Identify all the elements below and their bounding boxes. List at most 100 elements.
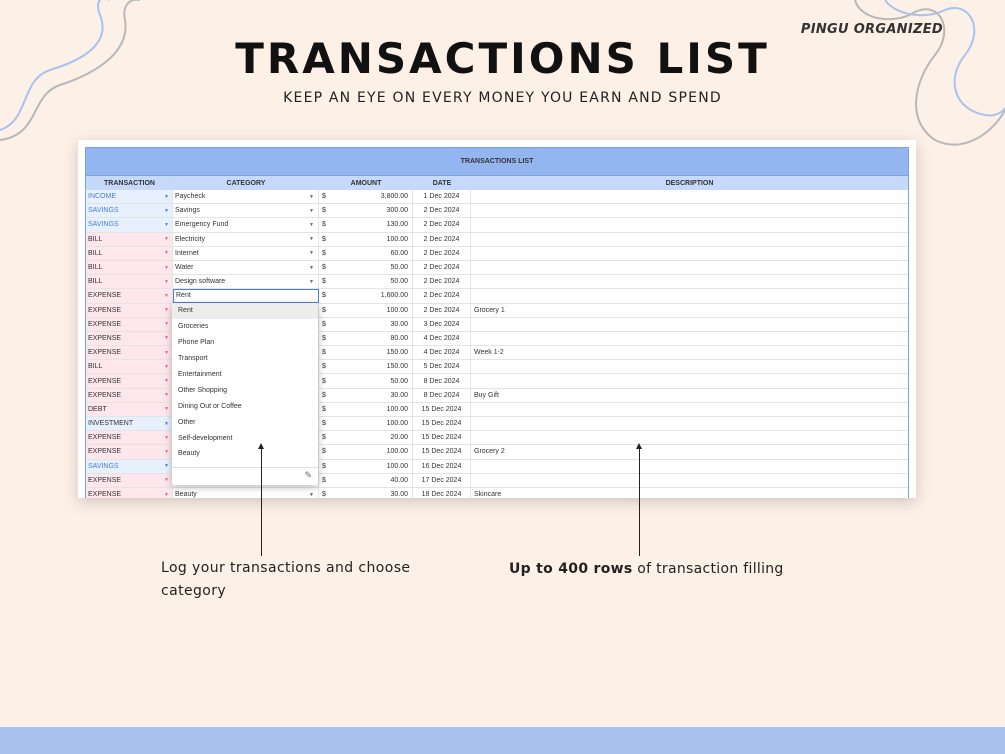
amount-cell[interactable]: 100.00 [329,303,413,317]
category-cell[interactable]: Emergency Fund ▼ [173,218,319,232]
dropdown-arrow-icon[interactable]: ▼ [309,247,314,260]
amount-cell[interactable]: 50.00 [329,260,413,275]
dropdown-arrow-icon[interactable]: ▼ [164,360,169,373]
amount-cell[interactable]: 50.00 [329,374,413,388]
date-cell[interactable]: 16 Dec 2024 [413,459,471,473]
dropdown-arrow-icon[interactable]: ▼ [309,275,314,288]
amount-cell[interactable]: 30.00 [329,317,413,331]
dropdown-option[interactable]: Rent [172,303,318,319]
category-cell[interactable]: Design software ▼ [173,275,319,289]
date-cell[interactable]: 17 Dec 2024 [413,473,471,487]
transaction-type-cell[interactable]: EXPENSE ▼ [86,289,173,303]
dropdown-arrow-icon[interactable]: ▼ [164,374,169,387]
date-cell[interactable]: 2 Dec 2024 [413,303,471,317]
description-cell[interactable] [471,204,908,217]
description-cell[interactable]: Grocery 2 [471,445,908,458]
date-cell[interactable]: 5 Dec 2024 [413,360,471,374]
date-cell[interactable]: 18 Dec 2024 [413,487,471,498]
transaction-type-cell[interactable]: DEBT ▼ [86,402,173,416]
date-cell[interactable]: 15 Dec 2024 [413,402,471,416]
date-cell[interactable]: 2 Dec 2024 [413,275,471,289]
transaction-type-cell[interactable]: EXPENSE ▼ [86,346,173,360]
dropdown-option[interactable]: Entertainment [172,367,318,383]
category-cell[interactable]: Paycheck ▼ [173,190,319,204]
transaction-type-cell[interactable]: BILL ▼ [86,275,173,289]
description-cell[interactable] [471,233,908,246]
category-cell[interactable]: Beauty ▼ [173,487,319,498]
pencil-icon[interactable]: ✎ [304,471,312,481]
dropdown-arrow-icon[interactable]: ▼ [164,417,169,430]
dropdown-option[interactable]: Self-development [172,430,318,446]
transaction-type-cell[interactable]: BILL ▼ [86,246,173,260]
dropdown-option[interactable]: Other Shopping [172,382,318,398]
amount-cell[interactable]: 150.00 [329,360,413,374]
transaction-type-cell[interactable]: BILL ▼ [86,260,173,275]
dropdown-arrow-icon[interactable]: ▼ [309,261,314,274]
dropdown-arrow-icon[interactable]: ▼ [164,247,169,260]
dropdown-option[interactable]: Beauty [172,446,318,462]
description-cell[interactable] [471,318,908,331]
description-cell[interactable] [471,218,908,231]
dropdown-arrow-icon[interactable]: ▼ [164,204,169,217]
dropdown-arrow-icon[interactable]: ▼ [164,289,169,302]
description-cell[interactable] [471,289,908,302]
amount-cell[interactable]: 150.00 [329,346,413,360]
amount-cell[interactable]: 100.00 [329,417,413,431]
category-cell[interactable]: Rent [173,289,319,303]
dropdown-arrow-icon[interactable]: ▼ [309,233,314,246]
category-cell[interactable]: Internet ▼ [173,246,319,260]
dropdown-arrow-icon[interactable]: ▼ [309,488,314,498]
category-cell[interactable]: Savings ▼ [173,204,319,218]
dropdown-arrow-icon[interactable]: ▼ [164,389,169,402]
transaction-type-cell[interactable]: EXPENSE ▼ [86,473,173,487]
amount-cell[interactable]: 300.00 [329,204,413,218]
dropdown-arrow-icon[interactable]: ▼ [164,474,169,487]
dropdown-arrow-icon[interactable]: ▼ [309,204,314,217]
description-cell[interactable] [471,474,908,487]
amount-cell[interactable]: 100.00 [329,445,413,459]
description-cell[interactable] [471,431,908,444]
amount-cell[interactable]: 1,600.00 [329,289,413,303]
description-cell[interactable] [471,190,908,203]
amount-cell[interactable]: 30.00 [329,487,413,498]
dropdown-arrow-icon[interactable]: ▼ [164,460,169,473]
date-cell[interactable]: 2 Dec 2024 [413,260,471,275]
dropdown-arrow-icon[interactable]: ▼ [164,431,169,444]
dropdown-option[interactable]: Phone Plan [172,335,318,351]
date-cell[interactable]: 15 Dec 2024 [413,445,471,459]
description-cell[interactable]: Skincare [471,488,908,498]
date-cell[interactable]: 2 Dec 2024 [413,204,471,218]
transaction-type-cell[interactable]: EXPENSE ▼ [86,331,173,346]
date-cell[interactable]: 15 Dec 2024 [413,431,471,445]
date-cell[interactable]: 4 Dec 2024 [413,331,471,346]
dropdown-option[interactable]: Other [172,414,318,430]
dropdown-arrow-icon[interactable]: ▼ [164,332,169,345]
date-cell[interactable]: 2 Dec 2024 [413,246,471,260]
date-cell[interactable]: 2 Dec 2024 [413,232,471,246]
transaction-type-cell[interactable]: INCOME ▼ [86,190,173,204]
dropdown-arrow-icon[interactable]: ▼ [164,318,169,331]
amount-cell[interactable]: 3,800.00 [329,190,413,204]
transaction-type-cell[interactable]: EXPENSE ▼ [86,374,173,388]
transaction-type-cell[interactable]: SAVINGS ▼ [86,459,173,473]
date-cell[interactable]: 2 Dec 2024 [413,218,471,232]
description-cell[interactable]: Week 1-2 [471,346,908,359]
description-cell[interactable] [471,417,908,430]
dropdown-arrow-icon[interactable]: ▼ [164,275,169,288]
date-cell[interactable]: 1 Dec 2024 [413,190,471,204]
dropdown-arrow-icon[interactable]: ▼ [309,190,314,203]
description-cell[interactable]: Buy Gift [471,389,908,402]
dropdown-arrow-icon[interactable]: ▼ [164,304,169,317]
transaction-type-cell[interactable]: SAVINGS ▼ [86,218,173,232]
amount-cell[interactable]: 100.00 [329,459,413,473]
transaction-type-cell[interactable]: INVESTMENT ▼ [86,417,173,431]
transaction-type-cell[interactable]: BILL ▼ [86,360,173,374]
amount-cell[interactable]: 130.00 [329,218,413,232]
description-cell[interactable] [471,460,908,473]
date-cell[interactable]: 8 Dec 2024 [413,388,471,402]
amount-cell[interactable]: 30.00 [329,388,413,402]
description-cell[interactable] [471,374,908,387]
transaction-type-cell[interactable]: SAVINGS ▼ [86,204,173,218]
description-cell[interactable] [471,360,908,373]
transaction-type-cell[interactable]: EXPENSE ▼ [86,445,173,459]
